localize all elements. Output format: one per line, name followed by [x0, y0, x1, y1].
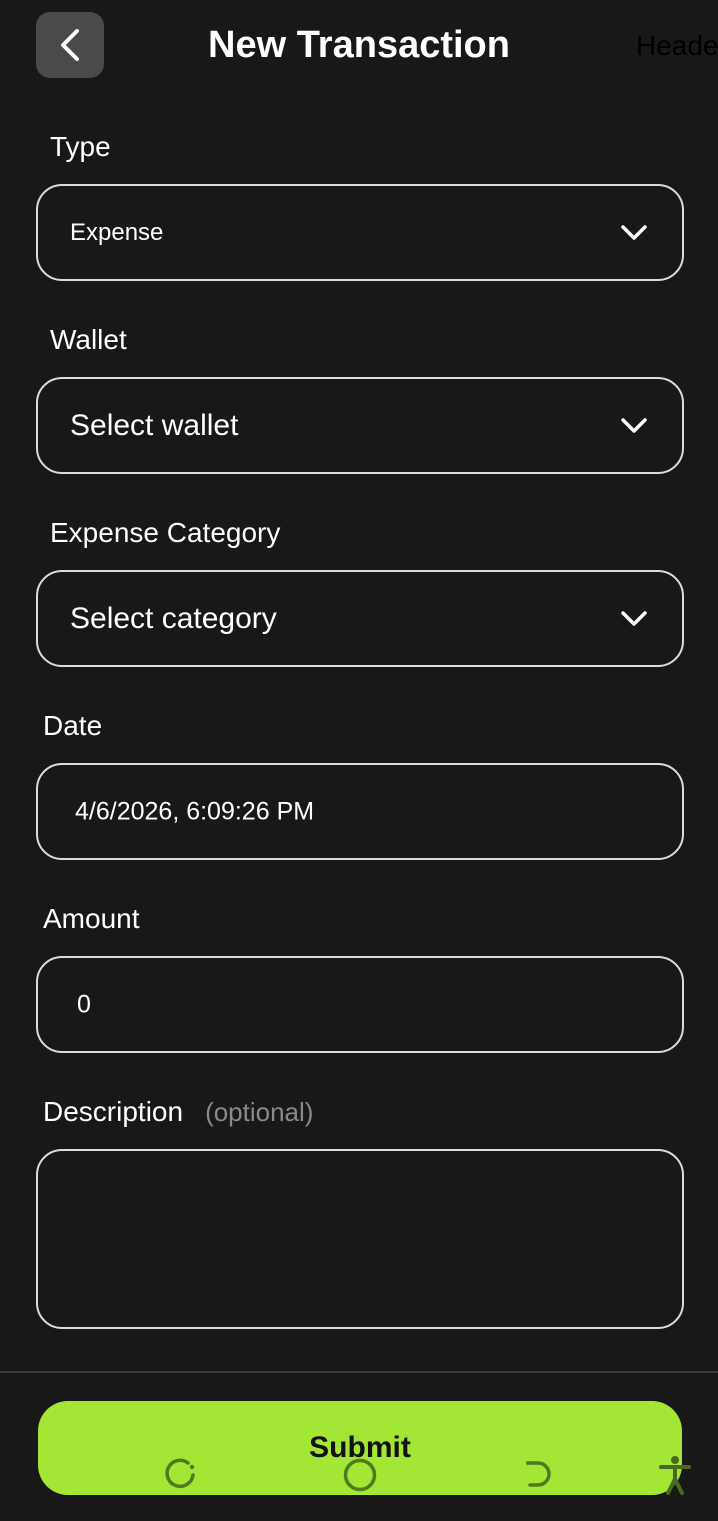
- date-label: Date: [43, 710, 103, 741]
- description-textarea[interactable]: [36, 1149, 684, 1329]
- date-input-value: 4/6/2026, 6:09:26 PM: [75, 797, 315, 825]
- amount-label: Amount: [43, 903, 140, 934]
- type-select-value: Expense: [70, 218, 164, 246]
- footer-divider: [0, 1371, 718, 1373]
- amount-input-value: 0: [77, 990, 91, 1018]
- wallet-select-placeholder: Select wallet: [70, 408, 239, 442]
- category-select-placeholder: Select category: [70, 601, 277, 635]
- category-label: Expense Category: [50, 517, 281, 548]
- chevron-down-icon: [621, 224, 647, 240]
- type-select[interactable]: Expense: [36, 184, 684, 281]
- date-input[interactable]: 4/6/2026, 6:09:26 PM: [36, 763, 684, 860]
- header-overflow-text: Heade: [636, 30, 718, 61]
- type-label: Type: [50, 131, 111, 162]
- home-icon[interactable]: [342, 1457, 378, 1493]
- chevron-down-icon: [621, 610, 647, 626]
- description-label-text: Description: [43, 1096, 184, 1127]
- accessibility-icon[interactable]: [658, 1455, 692, 1495]
- page-title: New Transaction: [208, 24, 510, 66]
- recents-icon[interactable]: [164, 1457, 198, 1491]
- description-label: Description (optional): [43, 1096, 313, 1128]
- category-select[interactable]: Select category: [36, 570, 684, 667]
- wallet-select[interactable]: Select wallet: [36, 377, 684, 474]
- new-transaction-screen: New Transaction Heade Type Expense Walle…: [0, 0, 718, 1521]
- amount-input[interactable]: 0: [36, 956, 684, 1053]
- description-optional-hint: (optional): [205, 1097, 314, 1127]
- chevron-down-icon: [621, 417, 647, 433]
- wallet-label: Wallet: [50, 324, 127, 355]
- back-gesture-icon[interactable]: [524, 1457, 554, 1491]
